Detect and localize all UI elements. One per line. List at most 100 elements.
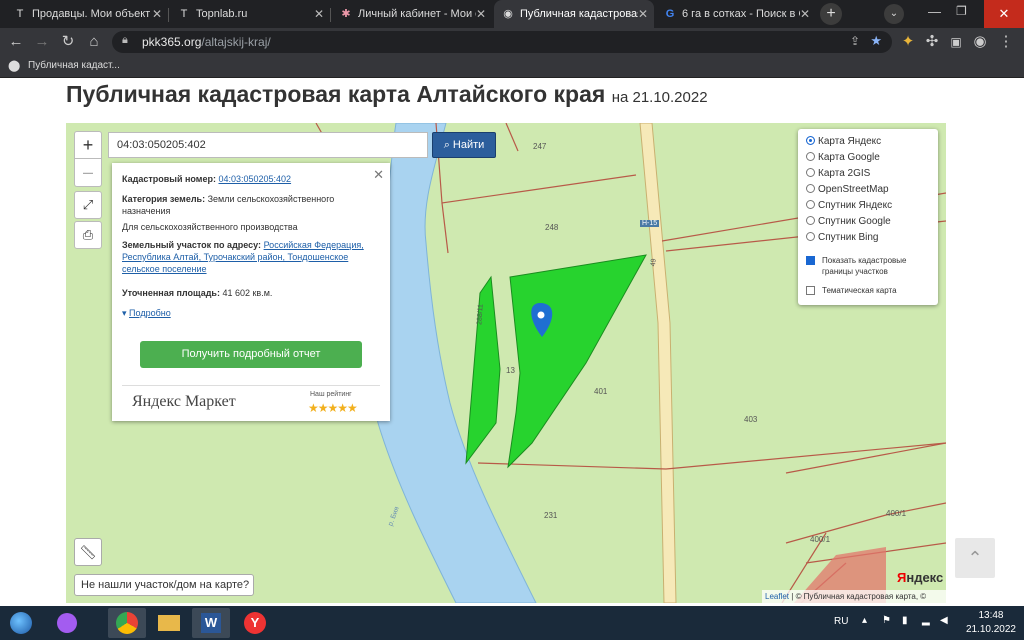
layer-2gis-map[interactable]: Карта 2GIS [806, 167, 870, 181]
bookmark-item[interactable]: Публичная кадаст... [28, 60, 120, 71]
tab-search-chevron-icon[interactable]: ⌄ [884, 4, 904, 24]
leaflet-link[interactable]: Leaflet [765, 592, 789, 601]
not-found-link[interactable]: Не нашли участок/дом на карте? [74, 574, 254, 596]
print-icon[interactable]: ⎙ [74, 221, 102, 249]
flag-icon[interactable]: ⚑ [882, 615, 891, 626]
parcel-label: 400/1 [886, 509, 907, 518]
close-tab-icon[interactable]: ✕ [314, 0, 324, 28]
parcel-label: 288/11 [476, 303, 485, 326]
avatar[interactable]: ◉ [970, 32, 990, 52]
layer-yandex-satellite[interactable]: Спутник Яндекс [806, 199, 892, 213]
page-content: Публичная кадастровая карта Алтайского к… [0, 78, 1024, 606]
zoom-out-button[interactable]: – [74, 159, 102, 187]
radio-selected [806, 136, 815, 145]
layer-google-map[interactable]: Карта Google [806, 151, 880, 165]
map-attribution: Leaflet | © Публичная кадастровая карта,… [762, 590, 946, 603]
get-report-button[interactable]: Получить подробный отчет [140, 341, 362, 368]
start-button[interactable] [2, 608, 40, 638]
minimize-icon[interactable]: — [928, 4, 941, 19]
search-input[interactable]: 04:03:050205:402 [108, 132, 428, 158]
back-arrow-icon[interactable]: ← [6, 32, 26, 52]
browser-toolbar: ← → ↻ ⌂ 🔒︎ pkk365.org/altajskij-kraj/ ⇪ … [0, 28, 1024, 56]
scroll-to-top-button[interactable]: ⌃ [955, 538, 995, 578]
close-tab-icon[interactable]: ✕ [638, 0, 648, 28]
radio [806, 184, 815, 193]
layer-switcher: Карта Яндекс Карта Google Карта 2GIS Ope… [798, 129, 938, 305]
reload-icon[interactable]: ↻ [58, 32, 78, 52]
close-tab-icon[interactable]: ✕ [476, 0, 486, 28]
close-tab-icon[interactable]: ✕ [152, 0, 162, 28]
share-icon[interactable]: ⇪ [850, 34, 860, 48]
clock[interactable]: 13:48 21.10.2022 [966, 609, 1016, 637]
parcel-label: 231 [544, 511, 558, 520]
language-indicator[interactable]: RU [834, 616, 848, 627]
thematic-map-checkbox[interactable]: Тематическая карта [806, 285, 926, 296]
yandex-logo: Яндекс [897, 570, 944, 585]
yandex-market-logo[interactable]: Яндекс Маркет [132, 393, 236, 411]
system-tray: RU ▴ ⚑ ▮ ▂ ◀ 13:48 21.10.2022 [814, 606, 1024, 640]
road-label: Н-15 [640, 220, 660, 227]
close-tab-icon[interactable]: ✕ [800, 0, 810, 28]
parcel-label: 13 [506, 366, 515, 375]
puzzle-icon[interactable]: ✣ [922, 32, 942, 52]
search-icon: ⌕ [443, 139, 450, 151]
address-label: Земельный участок по адресу: [122, 240, 262, 250]
pin-icon: ◉ [503, 8, 513, 20]
home-icon[interactable]: ⌂ [84, 32, 104, 52]
chrome-icon[interactable] [108, 608, 146, 638]
tab-favicon-icon: T [16, 8, 24, 20]
restore-icon[interactable]: ❐ [956, 4, 967, 18]
clock-date: 21.10.2022 [965, 624, 1016, 635]
radio [806, 232, 815, 241]
tab-favicon-icon: T [180, 8, 188, 20]
new-tab-button[interactable]: + [820, 3, 842, 25]
tab-sellers[interactable]: T Продавцы. Мои объекты ✕ [6, 0, 168, 28]
close-icon[interactable]: ✕ [373, 167, 384, 183]
alice-icon[interactable] [48, 608, 86, 638]
zoom-in-button[interactable]: + [74, 131, 102, 159]
layer-yandex-map[interactable]: Карта Яндекс [806, 135, 881, 149]
chevron-up-icon[interactable]: ▴ [862, 615, 867, 626]
show-borders-checkbox[interactable]: Показать кадастровые границы участков [806, 255, 926, 277]
layer-google-satellite[interactable]: Спутник Google [806, 215, 891, 229]
details-link[interactable]: Подробно [129, 308, 171, 318]
page-date: на 21.10.2022 [611, 89, 708, 106]
bookmark-star-icon[interactable]: ★ [870, 33, 882, 49]
caret-down-icon: ▾ [122, 308, 127, 318]
window-close-icon[interactable]: ✕ [984, 0, 1024, 28]
word-icon[interactable]: W [192, 608, 230, 638]
category-label: Категория земель: [122, 194, 206, 204]
tab-topnlab[interactable]: T Topnlab.ru ✕ [170, 0, 330, 28]
parcel-info-popup: ✕ Кадастровый номер: 04:03:050205:402 Ка… [112, 163, 390, 421]
address-bar[interactable]: 🔒︎ pkk365.org/altajskij-kraj/ ⇪ ★ [112, 31, 892, 53]
extension-icon[interactable]: ✦ [898, 32, 918, 52]
bookmarks-bar: ⬤ Публичная кадаст... [0, 56, 1024, 78]
file-explorer-icon[interactable] [150, 608, 188, 638]
tab-label: Продавцы. Мои объекты [32, 8, 150, 20]
network-icon[interactable]: ▂ [922, 615, 930, 626]
windows-taskbar: W Y RU ▴ ⚑ ▮ ▂ ◀ 13:48 21.10.2022 [0, 606, 1024, 640]
checkbox [806, 286, 815, 295]
cad-number-link[interactable]: 04:03:050205:402 [218, 174, 291, 184]
battery-icon[interactable]: ▮ [902, 615, 908, 626]
rating-stars: ★★★★★ [308, 401, 358, 415]
volume-icon[interactable]: ◀ [940, 615, 948, 626]
cadastral-map[interactable]: 247 248 13 401 403 231 400/1 400/1 Н-15 … [66, 123, 946, 603]
radio [806, 200, 815, 209]
fullscreen-icon[interactable]: ⤢ [74, 191, 102, 219]
cad-number-label: Кадастровый номер: [122, 174, 216, 184]
layer-bing-satellite[interactable]: Спутник Bing [806, 231, 879, 245]
tab-google-search[interactable]: G 6 га в сотках - Поиск в G ✕ [656, 0, 816, 28]
yandex-browser-icon[interactable]: Y [236, 608, 274, 638]
tab-cabinet[interactable]: ✱ Личный кабинет - Мои о ✕ [332, 0, 492, 28]
tab-label: 6 га в сотках - Поиск в G [682, 8, 800, 20]
layer-osm[interactable]: OpenStreetMap [806, 183, 889, 197]
menu-dots-icon[interactable]: ⋮ [996, 32, 1016, 52]
forward-arrow-icon[interactable]: → [32, 32, 52, 52]
ruler-icon[interactable]: 📏︎ [74, 538, 102, 566]
find-button[interactable]: ⌕ Найти [432, 132, 496, 158]
radio [806, 168, 815, 177]
sidebar-icon[interactable]: ▣ [946, 32, 966, 52]
tab-cadastral-active[interactable]: ◉ Публичная кадастровая ✕ [494, 0, 654, 28]
parcel-label: 403 [744, 415, 758, 424]
